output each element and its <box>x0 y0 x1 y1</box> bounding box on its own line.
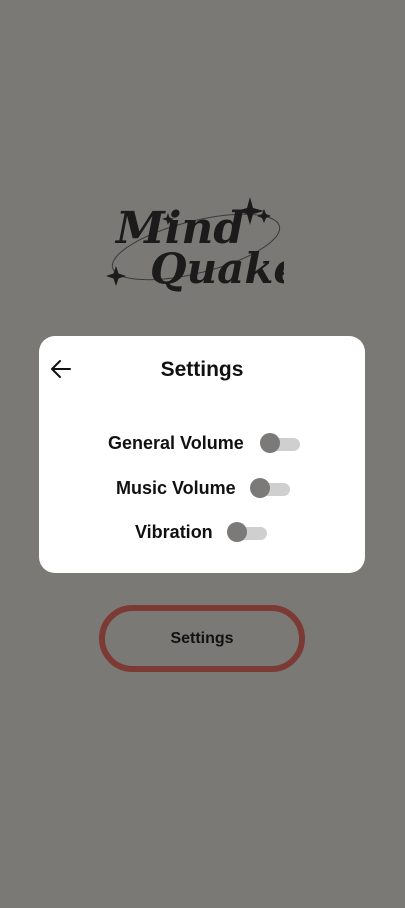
setting-label-general-volume: General Volume <box>108 432 244 453</box>
settings-dialog: Settings General Volume Music Volume Vib… <box>39 336 365 573</box>
setting-label-vibration: Vibration <box>135 521 213 542</box>
setting-row-music-volume: Music Volume <box>116 476 292 500</box>
general-volume-toggle[interactable] <box>259 433 302 453</box>
dialog-title: Settings <box>160 358 244 381</box>
logo-graphic: Mind Quake <box>106 197 284 293</box>
logo-line-2: Quake <box>150 244 284 293</box>
vibration-toggle[interactable] <box>226 522 269 542</box>
setting-row-vibration: Vibration <box>135 520 269 544</box>
toggle-thumb <box>249 478 270 498</box>
setting-label-music-volume: Music Volume <box>116 477 236 498</box>
sparkle-icon <box>106 266 126 286</box>
toggle-thumb <box>226 522 247 542</box>
toggle-thumb <box>259 433 280 453</box>
mind-quake-logo: Mind Quake <box>104 193 284 299</box>
setting-row-general-volume: General Volume <box>108 431 302 455</box>
music-volume-toggle[interactable] <box>249 478 292 498</box>
settings-menu-button[interactable]: Settings <box>99 605 305 672</box>
